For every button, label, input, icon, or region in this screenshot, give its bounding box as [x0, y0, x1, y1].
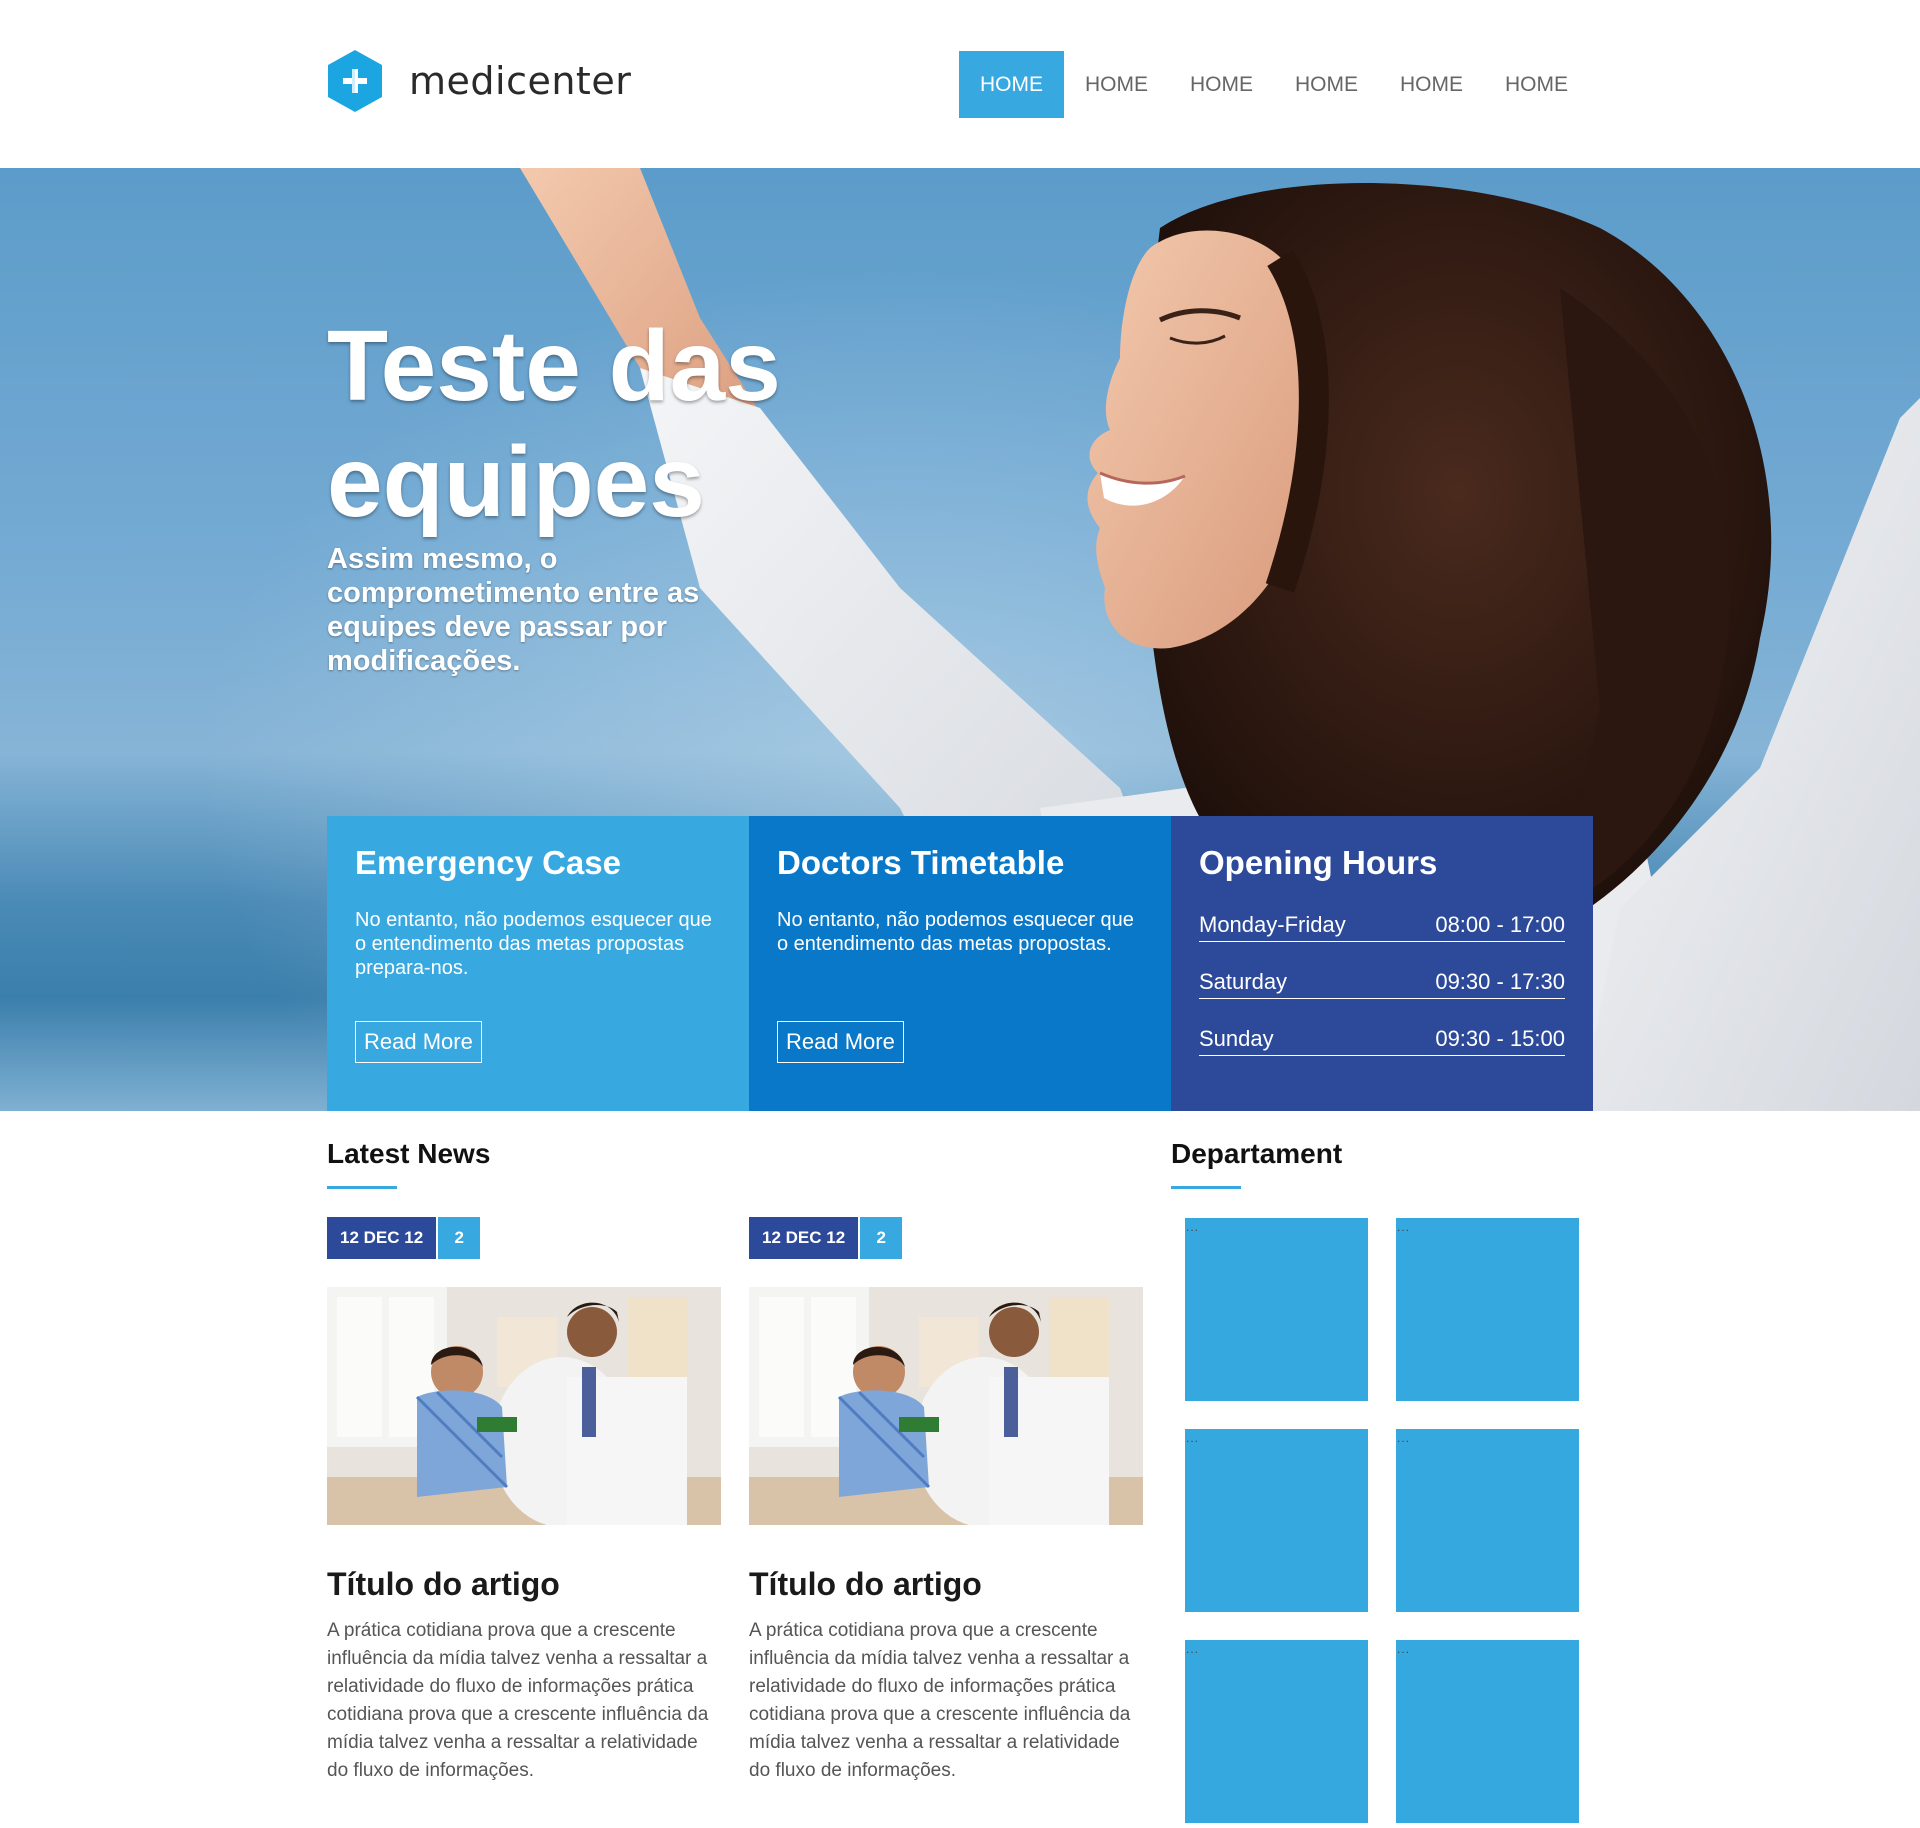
news-photo-doctor-child[interactable] [749, 1287, 1143, 1525]
news-meta: 12 DEC 12 2 [749, 1217, 1143, 1259]
doctors-read-more-button[interactable]: Read More [777, 1021, 904, 1063]
hours-row: Monday-Friday 08:00 - 17:00 [1199, 911, 1565, 942]
hours-row: Sunday 09:30 - 15:00 [1199, 1025, 1565, 1056]
department-tile[interactable]: ... [1185, 1640, 1368, 1823]
department-tile[interactable]: ... [1396, 1218, 1579, 1401]
tile-placeholder-text: ... [1397, 1642, 1411, 1656]
hours-time: 09:30 - 15:00 [1435, 1026, 1565, 1051]
department-tile[interactable]: ... [1185, 1218, 1368, 1401]
nav-item-home[interactable]: HOME [1064, 51, 1169, 118]
tile-placeholder-text: ... [1186, 1220, 1200, 1234]
doctors-timetable-box: Doctors Timetable No entanto, não podemo… [749, 816, 1171, 1111]
news-meta: 12 DEC 12 2 [327, 1217, 721, 1259]
opening-hours-box: Opening Hours Monday-Friday 08:00 - 17:0… [1171, 816, 1593, 1111]
hours-time: 09:30 - 17:30 [1435, 969, 1565, 994]
emergency-case-box: Emergency Case No entanto, não podemos e… [327, 816, 749, 1111]
hero-subtitle: Assim mesmo, o comprometimento entre as … [327, 543, 700, 677]
hours-day: Monday-Friday [1199, 912, 1346, 937]
date-badge: 12 DEC 12 [327, 1217, 437, 1259]
nav-item-home[interactable]: HOME [1484, 51, 1589, 118]
section-underline [327, 1186, 397, 1189]
hours-day: Sunday [1199, 1026, 1274, 1051]
comment-count-badge[interactable]: 2 [438, 1217, 481, 1259]
emergency-read-more-button[interactable]: Read More [355, 1021, 482, 1063]
news-card[interactable]: 12 DEC 12 2 Título do artigo A prática c… [749, 1217, 1143, 1785]
hours-row: Saturday 09:30 - 17:30 [1199, 968, 1565, 999]
hero-title: Teste das equipes [327, 310, 781, 538]
tile-placeholder-text: ... [1397, 1431, 1411, 1445]
department-tile[interactable]: ... [1396, 1640, 1579, 1823]
news-excerpt: A prática cotidiana prova que a crescent… [749, 1620, 1131, 1781]
main-nav: HOME HOME HOME HOME HOME HOME [959, 51, 1589, 118]
comment-count-badge[interactable]: 2 [860, 1217, 903, 1259]
nav-item-home[interactable]: HOME [959, 51, 1064, 118]
info-boxes: Emergency Case No entanto, não podemos e… [327, 816, 1593, 1111]
nav-item-home[interactable]: HOME [1169, 51, 1274, 118]
news-excerpt: A prática cotidiana prova que a crescent… [327, 1620, 709, 1781]
department-tile[interactable]: ... [1396, 1429, 1579, 1612]
logo[interactable]: medicenter [327, 50, 631, 112]
emergency-case-text: No entanto, não podemos esquecer que o e… [355, 909, 712, 979]
date-badge: 12 DEC 12 [749, 1217, 859, 1259]
department-tile[interactable]: ... [1185, 1429, 1368, 1612]
news-photo-doctor-child[interactable] [327, 1287, 721, 1525]
department-heading: Departament [1171, 1138, 1343, 1169]
tile-placeholder-text: ... [1397, 1220, 1411, 1234]
nav-item-home[interactable]: HOME [1379, 51, 1484, 118]
hours-day: Saturday [1199, 969, 1288, 994]
section-underline [1171, 1186, 1241, 1189]
nav-item-home[interactable]: HOME [1274, 51, 1379, 118]
hours-time: 08:00 - 17:00 [1435, 912, 1565, 937]
news-card[interactable]: 12 DEC 12 2 Título do artigo A prática c… [327, 1217, 721, 1785]
tile-placeholder-text: ... [1186, 1431, 1200, 1445]
doctors-timetable-title: Doctors Timetable [777, 844, 1065, 881]
news-title[interactable]: Título do artigo [327, 1565, 721, 1603]
latest-news-heading: Latest News [327, 1138, 491, 1169]
brand-name: medicenter [409, 59, 632, 103]
site-header: medicenter HOME HOME HOME HOME HOME HOME [0, 0, 1920, 168]
emergency-case-title: Emergency Case [355, 844, 621, 881]
plus-hexagon-icon [328, 50, 382, 112]
opening-hours-title: Opening Hours [1199, 844, 1438, 881]
doctors-timetable-text: No entanto, não podemos esquecer que o e… [777, 909, 1134, 955]
tile-placeholder-text: ... [1186, 1642, 1200, 1656]
news-title[interactable]: Título do artigo [749, 1565, 1143, 1603]
